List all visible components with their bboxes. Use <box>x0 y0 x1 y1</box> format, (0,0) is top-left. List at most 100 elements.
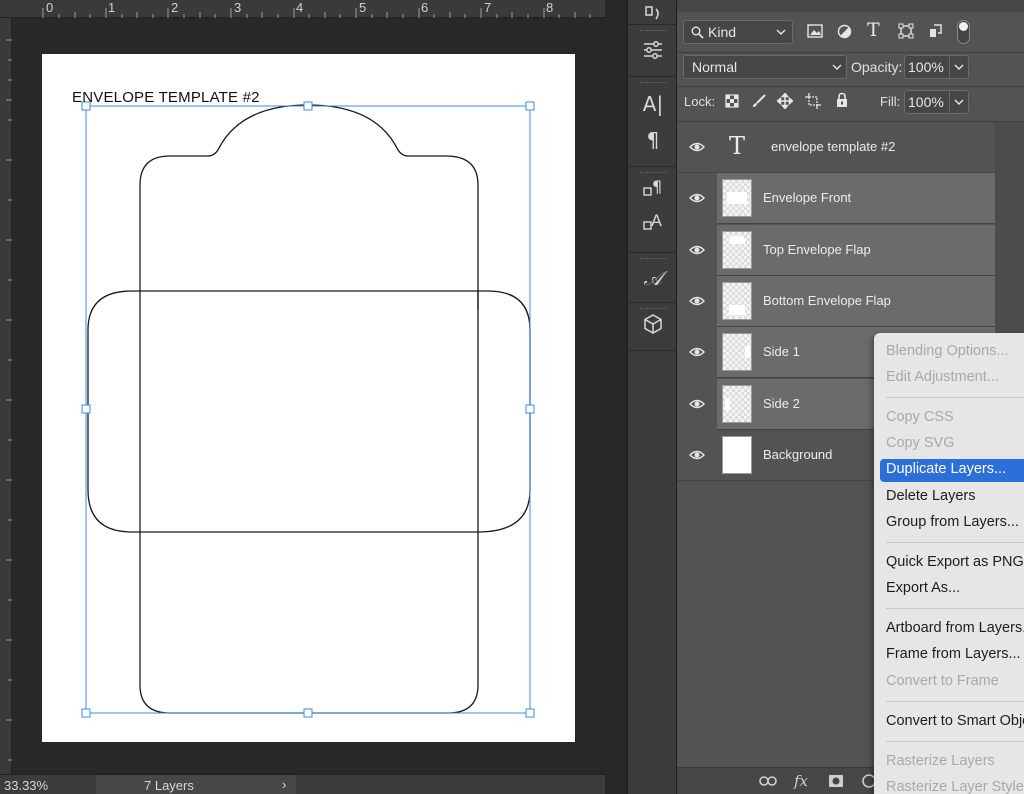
panel-tabs-bar <box>677 0 1024 12</box>
eye-icon[interactable] <box>689 139 705 155</box>
menu-item-label: Export As... <box>886 580 961 596</box>
layer-row-envelope-front[interactable]: Envelope Front <box>677 173 995 224</box>
layer-row-type[interactable]: T envelope template #2 <box>677 122 995 173</box>
character-icon[interactable]: A| <box>628 88 678 120</box>
menu-item-convert-to-smart-object[interactable]: Convert to Smart Object <box>880 711 1024 734</box>
status-menu-arrow[interactable]: › <box>282 777 286 792</box>
menu-item-duplicate-layers[interactable]: Duplicate Layers... <box>880 459 1024 482</box>
menu-item-quick-export-png[interactable]: Quick Export as PNG <box>880 552 1024 575</box>
document-title-text[interactable]: ENVELOPE TEMPLATE #2 <box>72 89 260 106</box>
menu-item-label: Quick Export as PNG <box>886 554 1024 570</box>
history-icon[interactable] <box>628 0 678 32</box>
adjustment-layer-icon[interactable] <box>861 773 875 789</box>
layers-count-text: 7 Layers <box>144 778 194 793</box>
adjustments-icon[interactable] <box>628 38 678 70</box>
chevron-down-icon <box>954 99 964 105</box>
menu-item-label: Rasterize Layer Style <box>886 779 1024 794</box>
paragraph-styles-icon[interactable]: ¶ <box>628 176 678 208</box>
opacity-value: 100% <box>908 59 944 75</box>
layer-row-top-envelope-flap[interactable]: Top Envelope Flap <box>677 225 995 276</box>
panel-gap <box>605 0 627 794</box>
layer-name[interactable]: Background <box>763 447 832 462</box>
paragraph-icon[interactable]: ¶ <box>628 124 678 156</box>
layer-row-bottom-envelope-flap[interactable]: Bottom Envelope Flap <box>677 276 995 327</box>
menu-item-group-from-layers[interactable]: Group from Layers... <box>880 512 1024 535</box>
layer-thumbnail <box>722 179 752 217</box>
lock-position-icon[interactable] <box>777 93 793 109</box>
filter-toggle-switch[interactable] <box>957 20 970 44</box>
menu-item-label: Group from Layers... <box>886 514 1019 530</box>
layer-filter-dropdown[interactable]: Kind <box>683 20 793 44</box>
layer-name[interactable]: Top Envelope Flap <box>763 242 871 257</box>
menu-item-artboard-from-layers[interactable]: Artboard from Layers... <box>880 618 1024 641</box>
filter-shape-icon[interactable] <box>898 23 914 39</box>
menu-item-convert-to-frame[interactable]: Convert to Frame <box>880 671 1024 694</box>
menu-item-copy-css[interactable]: Copy CSS <box>880 407 1024 430</box>
menu-item-rasterize-layer-style[interactable]: Rasterize Layer Style <box>880 777 1024 794</box>
menu-item-edit-adjustment[interactable]: Edit Adjustment... <box>880 367 1024 390</box>
menu-item-label: Convert to Smart Object <box>886 713 1024 729</box>
eye-icon[interactable] <box>689 293 705 309</box>
eye-icon[interactable] <box>689 190 705 206</box>
fill-field[interactable]: 100% <box>904 90 969 114</box>
menu-separator <box>886 397 1024 398</box>
menu-item-label: Edit Adjustment... <box>886 369 999 385</box>
menu-item-export-as[interactable]: Export As... <box>880 578 1024 601</box>
document-info[interactable]: 7 Layers <box>96 775 296 794</box>
lock-image-pixels-icon[interactable] <box>751 93 767 109</box>
link-icon[interactable] <box>759 775 777 787</box>
menu-item-copy-svg[interactable]: Copy SVG <box>880 433 1024 456</box>
chevron-down-icon <box>954 64 964 70</box>
filter-adjustment-icon[interactable] <box>837 24 852 39</box>
lock-artboard-icon[interactable] <box>805 93 821 109</box>
chevron-down-icon <box>776 29 786 35</box>
fx-icon[interactable]: fx <box>794 772 808 790</box>
top-envelope-flap <box>139 104 479 310</box>
filter-pixel-icon[interactable] <box>807 24 823 38</box>
eye-icon[interactable] <box>689 344 705 360</box>
side-flaps <box>87 290 531 533</box>
envelope-artwork[interactable] <box>0 0 605 774</box>
zoom-level[interactable]: 33.33% <box>4 778 48 793</box>
chevron-down-icon <box>832 64 842 70</box>
lock-transparent-pixels-icon[interactable] <box>725 94 739 108</box>
menu-item-label: Copy SVG <box>886 435 955 451</box>
envelope-outline <box>87 104 531 714</box>
menu-item-rasterize-layers[interactable]: Rasterize Layers <box>880 751 1024 774</box>
glyphs-icon[interactable]: 𝒜 <box>628 262 678 294</box>
layer-thumbnail <box>722 282 752 320</box>
menu-item-delete-layers[interactable]: Delete Layers <box>880 486 1024 509</box>
layer-thumbnail <box>722 333 752 371</box>
lock-all-icon[interactable] <box>835 92 849 108</box>
layer-name[interactable]: Side 2 <box>763 396 800 411</box>
menu-item-label: Blending Options... <box>886 343 1009 359</box>
menu-item-label: Frame from Layers... <box>886 646 1021 662</box>
eye-icon[interactable] <box>689 242 705 258</box>
svg-text:¶: ¶ <box>652 177 662 196</box>
search-icon <box>691 26 704 39</box>
layer-name[interactable]: Bottom Envelope Flap <box>763 293 891 308</box>
3d-icon[interactable] <box>628 312 678 344</box>
eye-icon[interactable] <box>689 447 705 463</box>
menu-separator <box>886 701 1024 702</box>
ruler-ticks <box>6 8 591 761</box>
mask-icon[interactable] <box>828 774 844 788</box>
blend-mode-dropdown[interactable]: Normal <box>683 55 847 79</box>
menu-item-blending-options[interactable]: Blending Options... <box>880 341 1024 364</box>
status-bar: 33.33% 7 Layers › <box>0 774 605 794</box>
character-styles-icon[interactable]: A <box>628 210 678 242</box>
layer-name[interactable]: Side 1 <box>763 344 800 359</box>
menu-item-label: Copy CSS <box>886 409 954 425</box>
menu-separator <box>886 608 1024 609</box>
filter-smart-object-icon[interactable] <box>928 23 943 39</box>
layer-name[interactable]: envelope template #2 <box>771 139 895 154</box>
layer-name[interactable]: Envelope Front <box>763 190 851 205</box>
fill-label: Fill: <box>880 94 901 109</box>
menu-item-frame-from-layers[interactable]: Frame from Layers... <box>880 644 1024 667</box>
menu-separator <box>886 741 1024 742</box>
filter-type-icon[interactable]: T <box>867 19 880 41</box>
eye-icon[interactable] <box>689 396 705 412</box>
opacity-field[interactable]: 100% <box>904 55 969 79</box>
collapsed-panels-strip: A| ¶ ¶ A 𝒜 <box>627 0 678 794</box>
layer-thumbnail <box>722 231 752 269</box>
